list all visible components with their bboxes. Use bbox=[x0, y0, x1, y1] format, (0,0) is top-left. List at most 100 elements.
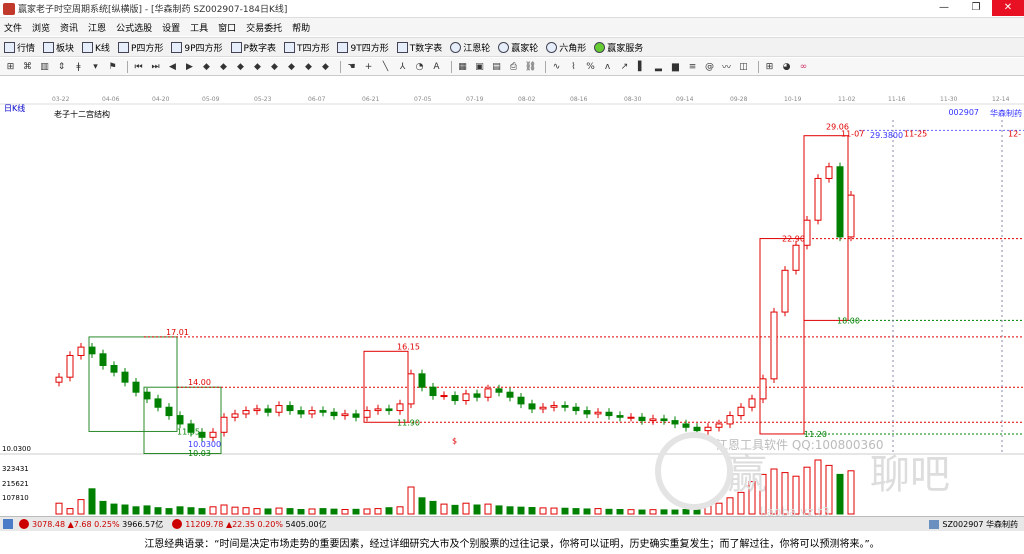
diamond-1-icon[interactable]: ◆ bbox=[200, 60, 213, 73]
toolbar-quotes-button[interactable]: 行情 bbox=[4, 41, 35, 54]
hand-icon[interactable]: ☚ bbox=[345, 60, 358, 73]
maximize-button[interactable]: ❐ bbox=[960, 0, 992, 16]
close-button[interactable]: ✕ bbox=[992, 0, 1024, 16]
wave-icon[interactable]: ∿ bbox=[550, 60, 563, 73]
candle-body bbox=[429, 386, 437, 397]
diamond-8-icon[interactable]: ◆ bbox=[319, 60, 332, 73]
menu-browse[interactable]: 浏览 bbox=[32, 21, 50, 34]
menu-formula[interactable]: 公式选股 bbox=[116, 21, 152, 34]
candle-body bbox=[561, 405, 569, 408]
toolbar-sector-button[interactable]: 板块 bbox=[43, 41, 74, 54]
toolbar-p-table-button[interactable]: P数字表 bbox=[230, 41, 276, 54]
toolbar-gann-wheel-button[interactable]: 江恩轮 bbox=[450, 41, 490, 54]
sz-index-group[interactable]: 11209.78 ▲22.35 0.20% 5405.00亿 bbox=[169, 519, 327, 530]
pie-icon[interactable]: ◕ bbox=[780, 60, 793, 73]
diamond-3-icon[interactable]: ◆ bbox=[234, 60, 247, 73]
diamond-6-icon[interactable]: ◆ bbox=[285, 60, 298, 73]
candle-body bbox=[649, 418, 657, 422]
t-square-icon bbox=[283, 41, 295, 53]
layers-icon[interactable]: ▤ bbox=[490, 60, 503, 73]
candle-body bbox=[308, 410, 316, 415]
menu-help[interactable]: 帮助 bbox=[292, 21, 310, 34]
bar-icon[interactable]: ▥ bbox=[38, 60, 51, 73]
next-icon[interactable]: ▶ bbox=[183, 60, 196, 73]
menu-gann[interactable]: 江恩 bbox=[88, 21, 106, 34]
menu-info[interactable]: 资讯 bbox=[60, 21, 78, 34]
diamond-4-icon[interactable]: ◆ bbox=[251, 60, 264, 73]
arrow-up-down-icon[interactable]: ⇕ bbox=[55, 60, 68, 73]
toolbar-9t-square-button[interactable]: 9T四方形 bbox=[337, 41, 389, 54]
toolbar-winner-wheel-button[interactable]: 赢家轮 bbox=[498, 41, 538, 54]
drawing-toolbar: ⊞ ⌘ ▥ ⇕ ǂ ▾ ⚑ ⏮ ⏭ ◀ ▶ ◆ ◆ ◆ ◆ ◆ ◆ ◆ ◆ ☚ … bbox=[0, 58, 1024, 76]
date-tick: 06-07 bbox=[308, 96, 326, 103]
current-stock-label: SZ002907 华森制药 bbox=[942, 519, 1018, 529]
hist-icon[interactable]: ▂ bbox=[652, 60, 665, 73]
diamond-2-icon[interactable]: ◆ bbox=[217, 60, 230, 73]
shape-icon[interactable]: ◫ bbox=[737, 60, 750, 73]
period-label[interactable]: 日K线 bbox=[4, 103, 25, 114]
last-icon[interactable]: ⏭ bbox=[149, 60, 162, 73]
toolbar-hexagon-button[interactable]: 六角形 bbox=[546, 41, 586, 54]
volume-bar bbox=[165, 508, 173, 515]
current-stock[interactable]: SZ002907 华森制药 bbox=[929, 519, 1018, 530]
9t-square-icon bbox=[337, 41, 349, 53]
infinity-icon[interactable]: ∞ bbox=[797, 60, 810, 73]
toolbar-t-square-button[interactable]: T四方形 bbox=[283, 41, 329, 54]
date-tick: 06-21 bbox=[362, 96, 380, 103]
dropdown-icon[interactable]: ▾ bbox=[89, 60, 102, 73]
calendar-icon[interactable]: ▦ bbox=[456, 60, 469, 73]
sz-index-value: 11209.78 bbox=[185, 519, 224, 529]
grid-icon[interactable]: ⊞ bbox=[4, 60, 17, 73]
candle-body bbox=[253, 408, 261, 412]
table-icon[interactable]: ⊞ bbox=[763, 60, 776, 73]
fork-icon[interactable]: ⅄ bbox=[396, 60, 409, 73]
menu-file[interactable]: 文件 bbox=[4, 21, 22, 34]
line-icon[interactable]: ╲ bbox=[379, 60, 392, 73]
toolbar-t-table-button[interactable]: T数字表 bbox=[396, 41, 442, 54]
quotes-icon bbox=[4, 41, 15, 53]
fan-icon[interactable]: ◔ bbox=[413, 60, 426, 73]
vol-icon[interactable]: ▆ bbox=[669, 60, 682, 73]
volume-bar bbox=[495, 505, 503, 515]
menu-settings[interactable]: 设置 bbox=[162, 21, 180, 34]
candle-body bbox=[176, 415, 184, 425]
toolbar-p-square-button[interactable]: P四方形 bbox=[117, 41, 163, 54]
toolbar-9p-square-button[interactable]: 9P四方形 bbox=[171, 41, 223, 54]
text-icon[interactable]: A bbox=[430, 60, 443, 73]
candle-body bbox=[341, 413, 349, 417]
menu-tools[interactable]: 工具 bbox=[190, 21, 208, 34]
kline-chart[interactable]: 17.0114.0016.1511.9011.3510.030010.0311.… bbox=[0, 76, 1024, 516]
candle-icon[interactable]: ǂ bbox=[72, 60, 85, 73]
volume-bar bbox=[220, 504, 228, 515]
percent-icon[interactable]: % bbox=[584, 60, 597, 73]
pulse-icon[interactable]: ⌇ bbox=[567, 60, 580, 73]
prev-icon[interactable]: ◀ bbox=[166, 60, 179, 73]
bars-icon[interactable]: ▌ bbox=[635, 60, 648, 73]
aa-icon[interactable]: ʌ bbox=[601, 60, 614, 73]
trend-icon[interactable]: ↗ bbox=[618, 60, 631, 73]
menu-window[interactable]: 窗口 bbox=[218, 21, 236, 34]
diamond-7-icon[interactable]: ◆ bbox=[302, 60, 315, 73]
toolbar-service-button[interactable]: 赢家服务 bbox=[594, 41, 643, 54]
candle-body bbox=[352, 413, 360, 418]
volume-bar bbox=[847, 470, 855, 515]
candle-body bbox=[363, 410, 371, 418]
menu-trade[interactable]: 交易委托 bbox=[246, 21, 282, 34]
first-icon[interactable]: ⏮ bbox=[132, 60, 145, 73]
toolbar-kline-button[interactable]: K线 bbox=[82, 41, 110, 54]
link-icon[interactable]: ⛓ bbox=[524, 60, 537, 73]
candle-body bbox=[847, 194, 855, 238]
date-tick: 11-02 bbox=[838, 96, 856, 103]
lines-icon[interactable]: ≡ bbox=[686, 60, 699, 73]
cross-icon[interactable]: + bbox=[362, 60, 375, 73]
spiral-icon[interactable]: @ bbox=[703, 60, 716, 73]
flag-icon[interactable]: ⚑ bbox=[106, 60, 119, 73]
diamond-5-icon[interactable]: ◆ bbox=[268, 60, 281, 73]
minimize-button[interactable]: — bbox=[928, 0, 960, 16]
volume-bar bbox=[88, 488, 96, 515]
scroll-icon[interactable]: 〰 bbox=[720, 60, 733, 73]
pattern-icon[interactable]: ⌘ bbox=[21, 60, 34, 73]
save-icon[interactable]: ▣ bbox=[473, 60, 486, 73]
sh-index-group[interactable]: 3078.48 ▲7.68 0.25% 3966.57亿 bbox=[0, 519, 163, 530]
print-icon[interactable]: ⎙ bbox=[507, 60, 520, 73]
